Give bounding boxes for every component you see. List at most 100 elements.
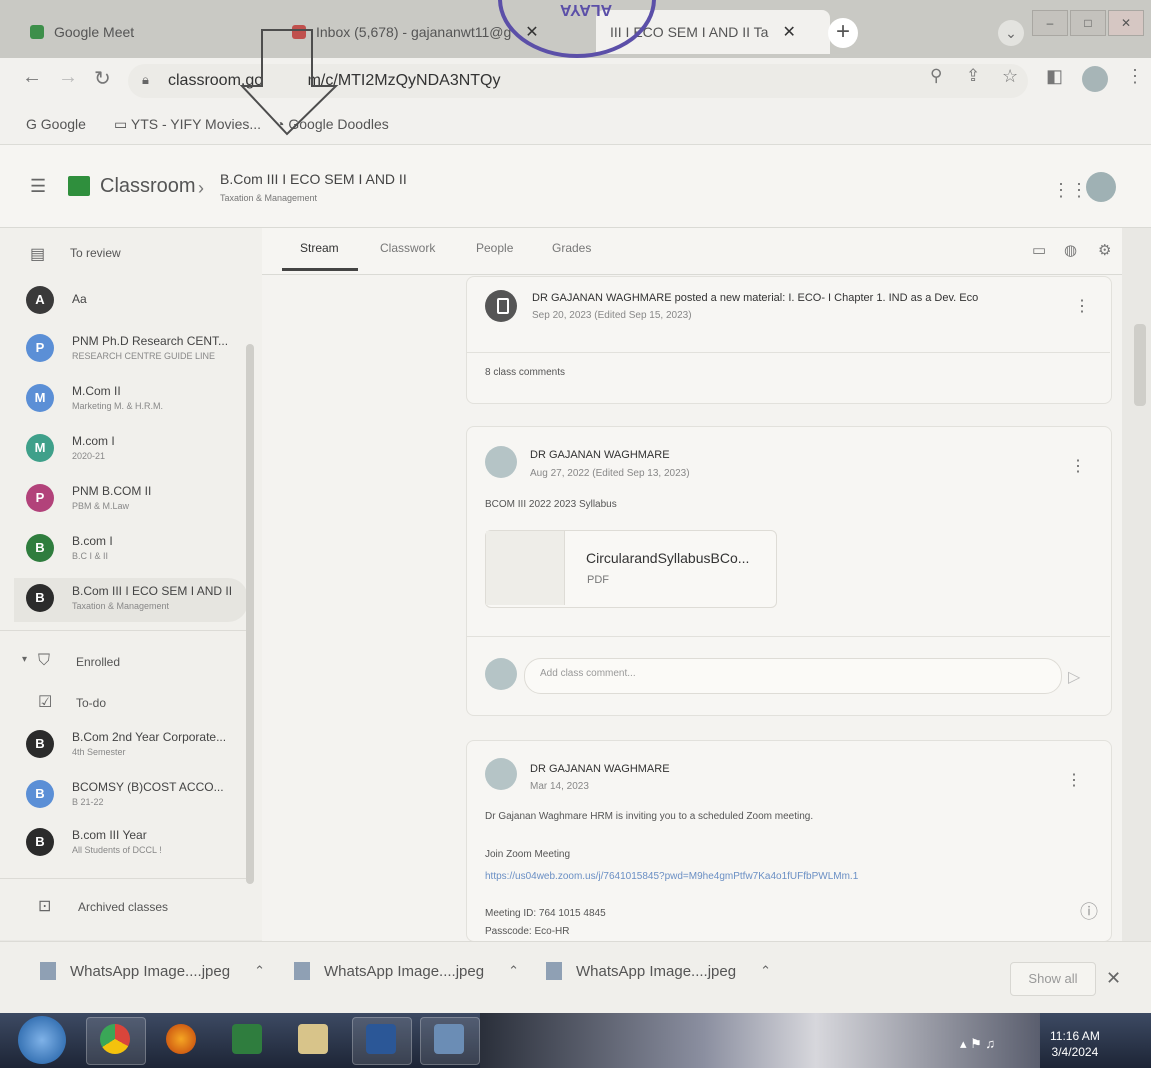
post-text: BCOM III 2022 2023 Syllabus	[485, 499, 617, 510]
comment-placeholder: Add class comment...	[540, 668, 636, 679]
tab-stream[interactable]: Stream	[300, 241, 339, 255]
bookmark-star-icon[interactable]: ☆	[1002, 66, 1018, 87]
class-avatar: M	[26, 384, 54, 412]
google-meet-icon	[30, 25, 44, 39]
close-icon[interactable]: ✕	[782, 22, 795, 42]
settings-gear-icon[interactable]: ⚙	[1098, 241, 1111, 259]
sidebar-divider	[0, 630, 246, 631]
sidebar-class-item[interactable]: B B.com I B.C I & II	[26, 528, 246, 572]
lock-icon[interactable]: 🔒︎	[142, 72, 149, 88]
post-text-line: Dr Gajanan Waghmare HRM is inviting you …	[485, 811, 814, 822]
image-file-icon	[294, 962, 310, 980]
attachment-name[interactable]: CircularandSyllabusBCo...	[586, 550, 749, 566]
post-text-line: Meeting ID: 764 1015 4845	[485, 908, 606, 919]
attachment-thumbnail	[486, 531, 565, 605]
taskbar-wallpaper	[480, 1013, 1040, 1068]
post-title[interactable]: DR GAJANAN WAGHMARE posted a new materia…	[532, 292, 978, 304]
sidebar-class-item-selected[interactable]: B B.Com III I ECO SEM I AND II Taxation …	[14, 578, 248, 622]
bookmark-google[interactable]: G Google	[26, 116, 86, 132]
sidebar-class-item[interactable]: M M.Com II Marketing M. & H.R.M.	[26, 378, 246, 422]
send-icon[interactable]: ▷	[1068, 667, 1080, 687]
class-title: Aa	[72, 292, 87, 306]
bookmark-yts[interactable]: ▭ YTS - YIFY Movies...	[114, 116, 261, 133]
menu-kebab-icon[interactable]: ⋮	[1126, 66, 1144, 87]
sidebar-item-archived[interactable]: Archived classes	[78, 900, 168, 914]
sidebar-item-todo[interactable]: To-do	[76, 696, 106, 710]
zoom-search-icon[interactable]: ⚲	[930, 66, 942, 86]
forward-arrow-icon[interactable]: →	[58, 66, 78, 89]
system-tray-icons[interactable]: ▴ ⚑ ♫	[960, 1036, 995, 1052]
class-avatar: B	[26, 534, 54, 562]
class-comments-link[interactable]: 8 class comments	[485, 367, 565, 378]
show-all-button[interactable]: Show all	[1010, 962, 1096, 996]
class-subtitle: 2020-21	[72, 451, 106, 461]
sidebar-class-item[interactable]: P PNM Ph.D Research CENT... RESEARCH CEN…	[26, 328, 246, 372]
active-tab-indicator	[282, 268, 358, 271]
sidebar-class-item[interactable]: A Aa	[26, 280, 246, 324]
excel-icon[interactable]	[232, 1024, 262, 1054]
tab-grades[interactable]: Grades	[552, 241, 591, 255]
new-tab-button[interactable]: +	[828, 18, 858, 48]
close-downloads-icon[interactable]: ✕	[1106, 968, 1121, 989]
download-item[interactable]: WhatsApp Image....jpeg ⌃	[40, 962, 265, 980]
post-date: Mar 14, 2023	[530, 781, 589, 792]
class-avatar: B	[26, 730, 54, 758]
post-divider	[466, 636, 1110, 637]
sidebar-item-to-review[interactable]: To review	[70, 246, 121, 260]
expand-triangle-icon[interactable]: ▾	[22, 654, 27, 665]
download-item[interactable]: WhatsApp Image....jpeg ⌃	[546, 962, 771, 980]
class-subtitle: B 21-22	[72, 797, 104, 807]
sidebar-enrolled-class-item[interactable]: B B.com III Year All Students of DCCL !	[26, 822, 246, 866]
class-title: B.com I	[72, 534, 113, 548]
calendar-icon[interactable]: ▭	[1032, 241, 1046, 259]
enrolled-icon: ⛉	[38, 652, 51, 669]
drive-folder-icon[interactable]: ◍	[1064, 241, 1077, 259]
download-item[interactable]: WhatsApp Image....jpeg ⌃	[294, 962, 519, 980]
yts-icon: ▭	[114, 116, 131, 132]
tab-classwork[interactable]: Classwork	[380, 241, 435, 255]
post-menu-icon[interactable]: ⋮	[1070, 456, 1086, 476]
class-title: B.Com 2nd Year Corporate...	[72, 730, 227, 744]
clock-time: 11:16 AM	[1050, 1029, 1100, 1043]
taskbar-clock[interactable]: 11:16 AM 3/4/2024	[1050, 1028, 1100, 1060]
sidebar-class-item[interactable]: P PNM B.COM II PBM & M.Law	[26, 478, 246, 522]
back-arrow-icon[interactable]: ←	[22, 66, 42, 89]
app-title[interactable]: Classroom	[100, 175, 196, 198]
class-avatar: P	[26, 484, 54, 512]
chevron-up-icon[interactable]: ⌃	[760, 963, 771, 979]
reload-icon[interactable]: ↻	[94, 66, 111, 91]
hamburger-menu-icon[interactable]: ☰	[30, 176, 46, 197]
chevron-up-icon[interactable]: ⌃	[508, 963, 519, 979]
maximize-icon[interactable]: □	[1070, 10, 1106, 36]
start-button-icon[interactable]	[18, 1016, 66, 1064]
sidebar-class-item[interactable]: M M.com I 2020-21	[26, 428, 246, 472]
sidebar-item-enrolled[interactable]: Enrolled	[76, 655, 120, 669]
sidebar-enrolled-class-item[interactable]: B BCOMSY (B)COST ACCO... B 21-22	[26, 774, 246, 818]
minimize-icon[interactable]: –	[1032, 10, 1068, 36]
profile-avatar[interactable]	[1082, 66, 1108, 92]
window-close-icon[interactable]: ✕	[1108, 10, 1144, 36]
class-subtitle: All Students of DCCL !	[72, 845, 162, 855]
tab-search-icon[interactable]: ⌄	[998, 20, 1024, 46]
class-avatar: A	[26, 286, 54, 314]
share-icon[interactable]: ⇪	[966, 66, 980, 86]
class-title: PNM B.COM II	[72, 484, 152, 498]
class-avatar: B	[26, 584, 54, 612]
help-icon[interactable]: ⓘ	[1080, 898, 1098, 924]
post-menu-icon[interactable]: ⋮	[1066, 770, 1082, 790]
user-avatar[interactable]	[1086, 172, 1116, 202]
chevron-up-icon[interactable]: ⌃	[254, 963, 265, 979]
google-icon: G	[26, 116, 41, 132]
file-explorer-icon[interactable]	[298, 1024, 328, 1054]
side-panel-icon[interactable]: ◧	[1046, 66, 1063, 87]
firefox-icon[interactable]	[166, 1024, 196, 1054]
zoom-link[interactable]: https://us04web.zoom.us/j/7641015845?pwd…	[485, 871, 858, 882]
tab-people[interactable]: People	[476, 241, 513, 255]
course-title[interactable]: B.Com III I ECO SEM I AND II	[220, 171, 407, 187]
classroom-logo-icon[interactable]	[68, 176, 90, 196]
main-scrollbar[interactable]	[1134, 324, 1146, 406]
sidebar-scrollbar[interactable]	[246, 344, 254, 884]
class-subtitle: Taxation & Management	[72, 601, 170, 611]
post-menu-icon[interactable]: ⋮	[1074, 296, 1090, 316]
sidebar-enrolled-class-item[interactable]: B B.Com 2nd Year Corporate... 4th Semest…	[26, 724, 246, 768]
